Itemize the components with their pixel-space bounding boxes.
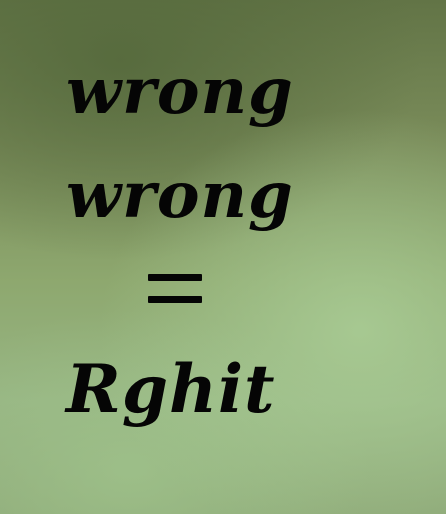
equals-sign — [148, 274, 202, 306]
word-wrong-second: wrong — [66, 158, 294, 233]
word-rghit: Rghit — [66, 350, 276, 428]
word-wrong-first: wrong — [66, 54, 294, 129]
equals-bar-bottom — [148, 296, 202, 303]
equals-bar-top — [148, 274, 202, 281]
image-canvas: wrong wrong Rghit — [0, 0, 446, 514]
